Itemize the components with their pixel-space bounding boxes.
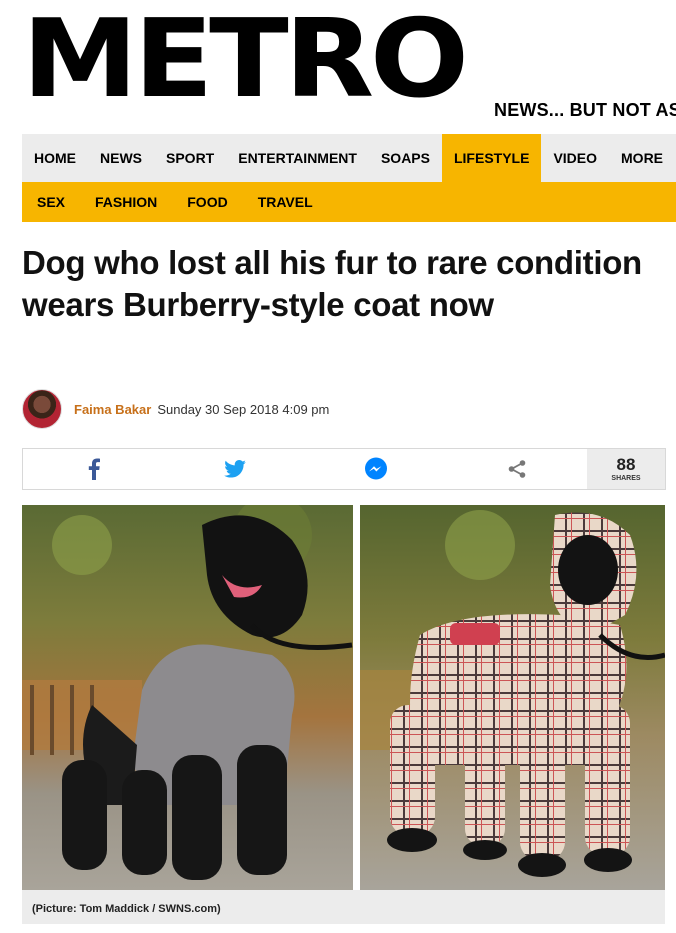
dog-photo-bald[interactable] (22, 505, 353, 890)
nav-item-soaps[interactable]: SOAPS (369, 134, 442, 182)
photo-caption: (Picture: Tom Maddick / SWNS.com) (22, 890, 665, 924)
byline: Faima Bakar Sunday 30 Sep 2018 4:09 pm (22, 389, 329, 429)
messenger-share-button[interactable] (305, 449, 446, 489)
article-headline: Dog who lost all his fur to rare conditi… (22, 244, 642, 323)
share-count-label: SHARES (611, 475, 641, 482)
messenger-icon (364, 457, 387, 480)
nav-item-news[interactable]: NEWS (88, 134, 154, 182)
share-icon (508, 460, 525, 478)
main-nav: HOME NEWS SPORT ENTERTAINMENT SOAPS LIFESTYLE… (22, 134, 676, 182)
subnav-item-sex[interactable]: SEX (22, 182, 80, 222)
nav-item-home[interactable]: HOME (22, 134, 88, 182)
nav-item-entertainment[interactable]: ENTERTAINMENT (226, 134, 369, 182)
author-avatar[interactable] (22, 389, 62, 429)
dog-photo-coat[interactable] (360, 505, 665, 890)
author-name[interactable]: Faima Bakar (74, 402, 151, 417)
nav-item-video[interactable]: VIDEO (541, 134, 609, 182)
facebook-share-button[interactable] (23, 449, 164, 489)
share-count-number: 88 (616, 455, 636, 474)
site-tagline: NEWS... BUT NOT AS (494, 100, 676, 120)
metro-logo[interactable]: METRO (22, 6, 469, 114)
subnav-item-travel[interactable]: TRAVEL (243, 182, 328, 222)
generic-share-button[interactable] (446, 449, 587, 489)
facebook-icon (88, 458, 100, 480)
sub-nav: SEX FASHION FOOD TRAVEL (22, 182, 676, 222)
share-bar: 88 SHARES (22, 448, 666, 490)
subnav-item-fashion[interactable]: FASHION (80, 182, 172, 222)
twitter-icon (223, 460, 246, 478)
subnav-item-food[interactable]: FOOD (172, 182, 242, 222)
share-count: 88 SHARES (587, 449, 665, 489)
nav-item-more[interactable]: MORE (609, 134, 675, 182)
twitter-share-button[interactable] (164, 449, 305, 489)
nav-item-sport[interactable]: SPORT (154, 134, 226, 182)
publish-date: Sunday 30 Sep 2018 4:09 pm (157, 401, 330, 417)
nav-item-lifestyle[interactable]: LIFESTYLE (441, 134, 542, 182)
